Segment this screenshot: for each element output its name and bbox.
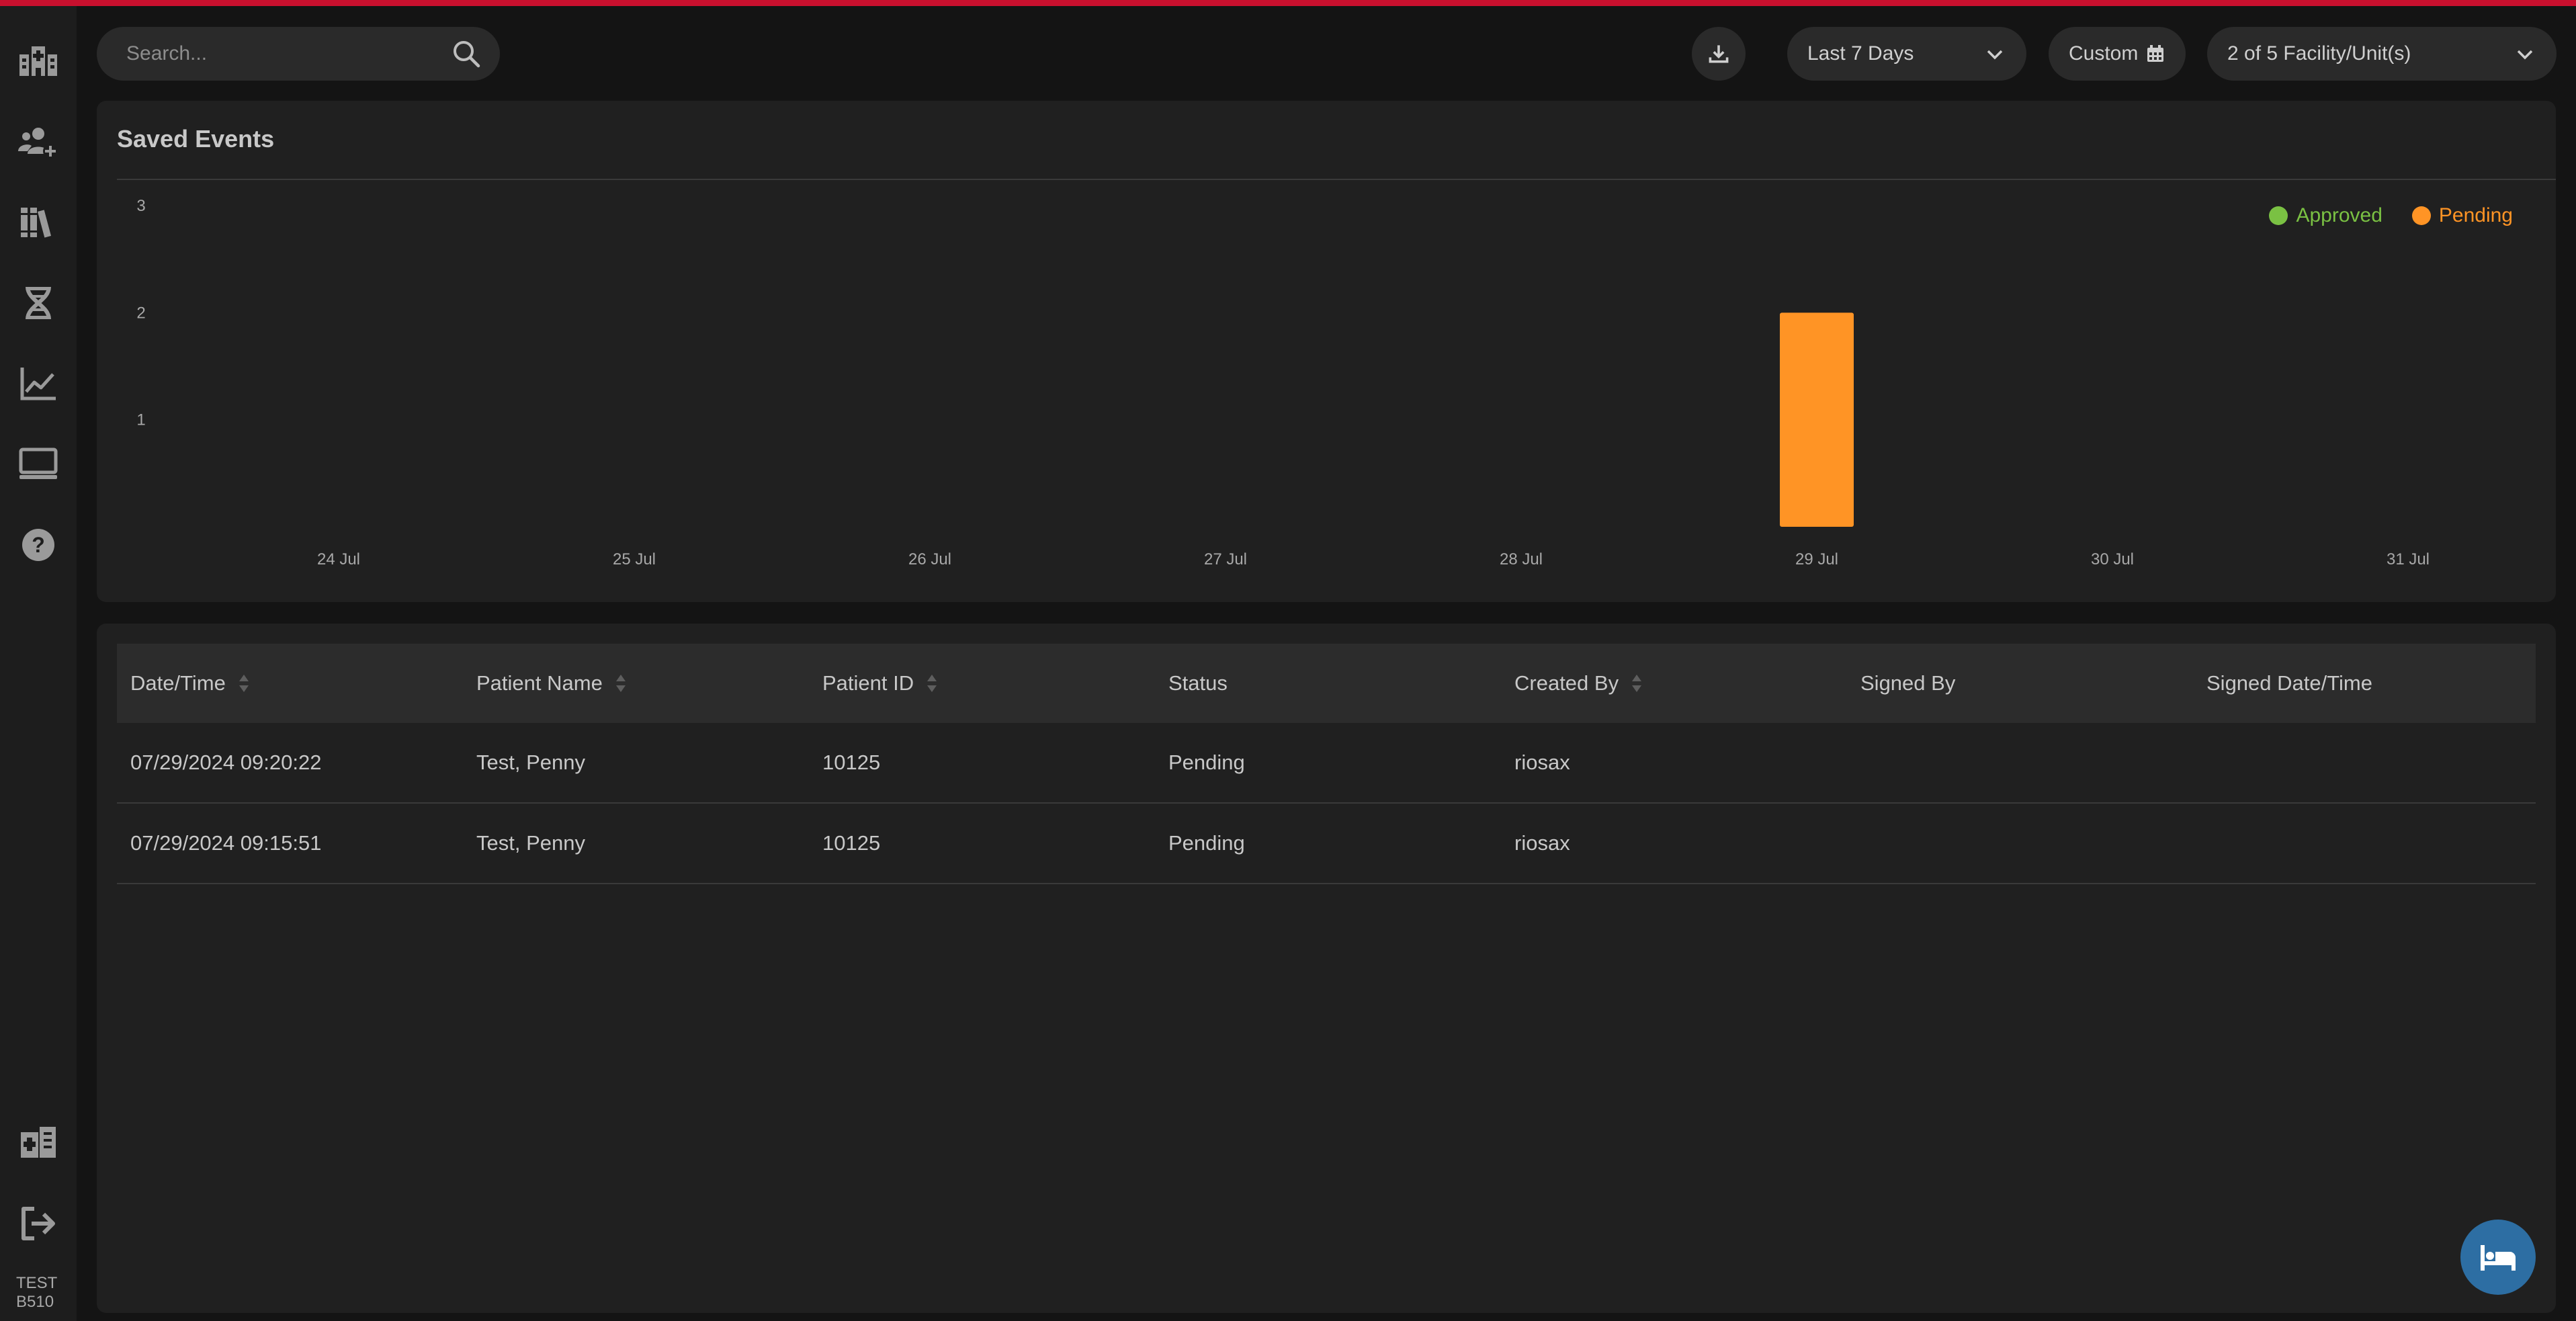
column-header-label: Signed By (1860, 671, 1956, 695)
cell-patient-id: 10125 (822, 831, 881, 855)
legend-item-approved[interactable]: Approved (2269, 204, 2382, 227)
download-icon (1709, 45, 1729, 63)
x-tick-label: 31 Jul (2387, 550, 2430, 568)
sidebar-item-users[interactable] (11, 115, 65, 169)
search-input[interactable] (126, 27, 442, 81)
legend-item-pending[interactable]: Pending (2411, 204, 2513, 227)
download-button[interactable] (1692, 27, 1746, 81)
bar-pending (1780, 312, 1854, 527)
column-header-label: Status (1168, 671, 1228, 695)
y-tick-label: 1 (136, 411, 145, 429)
column-header-status: Status (1168, 644, 1228, 723)
search-box (97, 27, 500, 81)
sidebar: ? TEST B510 (0, 6, 77, 1321)
column-header-patient-name[interactable]: Patient Name (476, 644, 627, 723)
sidebar-item-analytics[interactable] (11, 357, 65, 411)
legend-label-approved: Approved (2296, 204, 2382, 226)
sidebar-item-facilities[interactable] (11, 34, 65, 88)
svg-text:?: ? (32, 533, 45, 557)
saved-events-panel: Saved Events 1 2 3 24 Jul 25 Jul 26 Jul 27 Jul… (97, 101, 2556, 602)
column-header-label: Date/Time (130, 671, 226, 695)
x-tick-label: 28 Jul (1500, 550, 1543, 568)
sort-icon (615, 675, 626, 692)
add-users-icon (18, 128, 58, 159)
monitor-icon (19, 448, 58, 479)
column-header-signed-by: Signed By (1860, 644, 1955, 723)
search-icon[interactable] (452, 39, 481, 69)
cell-patient-name: Test, Penny (476, 751, 585, 774)
column-header-signed-datetime: Signed Date/Time (2206, 644, 2372, 723)
cell-status: Pending (1168, 751, 1245, 774)
version-line-2: B510 (16, 1293, 54, 1311)
custom-date-button[interactable]: Custom (2049, 27, 2186, 81)
chart-legend: Approved Pending (2269, 204, 2513, 227)
chevron-down-icon (2517, 50, 2533, 60)
sort-icon (1632, 675, 1642, 692)
y-tick-label: 3 (136, 197, 145, 215)
table-header: Date/Time Patient Name Patient ID Status… (117, 644, 2536, 723)
version-line-1: TEST (16, 1274, 58, 1292)
sidebar-item-clinic[interactable] (11, 1116, 65, 1170)
column-header-label: Created By (1514, 671, 1619, 695)
clinic-icon (21, 1127, 56, 1158)
cell-patient-name: Test, Penny (476, 831, 585, 855)
top-accent-bar (0, 0, 2576, 6)
bed-icon (2481, 1245, 2516, 1271)
cell-datetime: 07/29/2024 09:15:51 (130, 831, 322, 855)
x-tick-label: 24 Jul (317, 550, 360, 568)
legend-label-pending: Pending (2438, 204, 2513, 226)
cell-status: Pending (1168, 831, 1245, 855)
line-chart-icon (20, 368, 56, 400)
x-tick-label: 27 Jul (1204, 550, 1247, 568)
version-label: TEST B510 (16, 1274, 57, 1312)
cell-datetime: 07/29/2024 09:20:22 (130, 751, 322, 774)
x-tick-label: 25 Jul (613, 550, 656, 568)
events-table-panel: Date/Time Patient Name Patient ID Status… (97, 624, 2556, 1313)
y-tick-label: 2 (136, 304, 145, 322)
date-range-value: Last 7 Days (1807, 42, 1914, 65)
facility-select[interactable]: 2 of 5 Facility/Unit(s) (2207, 27, 2557, 81)
logout-button[interactable] (11, 1197, 65, 1250)
cell-patient-id: 10125 (822, 751, 881, 774)
calendar-icon (2147, 45, 2164, 62)
sidebar-item-help[interactable]: ? (11, 518, 65, 572)
date-range-select[interactable]: Last 7 Days (1787, 27, 2026, 81)
x-tick-label: 26 Jul (908, 550, 951, 568)
column-header-created-by[interactable]: Created By (1514, 644, 1643, 723)
custom-date-label: Custom (2069, 42, 2139, 65)
help-icon: ? (22, 529, 54, 561)
cell-created-by: riosax (1514, 751, 1570, 774)
books-icon (21, 208, 52, 238)
column-header-datetime[interactable]: Date/Time (130, 644, 250, 723)
sidebar-item-records[interactable] (11, 196, 65, 249)
facility-select-value: 2 of 5 Facility/Unit(s) (2227, 42, 2411, 65)
hospital-icon (19, 46, 57, 76)
sort-icon (927, 675, 937, 692)
dna-icon (26, 286, 51, 320)
column-header-label: Patient ID (822, 671, 914, 695)
saved-events-chart: 1 2 3 24 Jul 25 Jul 26 Jul 27 Jul 28 Jul 29 Jul 3… (136, 197, 2430, 568)
legend-swatch-approved (2269, 206, 2288, 225)
x-tick-label: 29 Jul (1795, 550, 1838, 568)
sidebar-item-genetics[interactable] (11, 276, 65, 330)
chart-area: 1 2 3 24 Jul 25 Jul 26 Jul 27 Jul 28 Jul 29 Jul 3… (97, 180, 2556, 602)
table-row[interactable]: 07/29/2024 09:20:22 Test, Penny 10125 Pe… (117, 723, 2536, 804)
column-header-patient-id[interactable]: Patient ID (822, 644, 938, 723)
bed-management-button[interactable] (2460, 1220, 2536, 1295)
logout-icon (22, 1207, 55, 1240)
cell-created-by: riosax (1514, 831, 1570, 855)
table-row[interactable]: 07/29/2024 09:15:51 Test, Penny 10125 Pe… (117, 804, 2536, 884)
legend-swatch-pending (2411, 206, 2431, 225)
sidebar-item-monitor[interactable] (11, 437, 65, 491)
column-header-label: Patient Name (476, 671, 603, 695)
panel-title: Saved Events (117, 125, 275, 153)
x-tick-label: 30 Jul (2091, 550, 2134, 568)
column-header-label: Signed Date/Time (2206, 671, 2372, 695)
chevron-down-icon (1987, 50, 2003, 60)
sort-icon (239, 675, 249, 692)
